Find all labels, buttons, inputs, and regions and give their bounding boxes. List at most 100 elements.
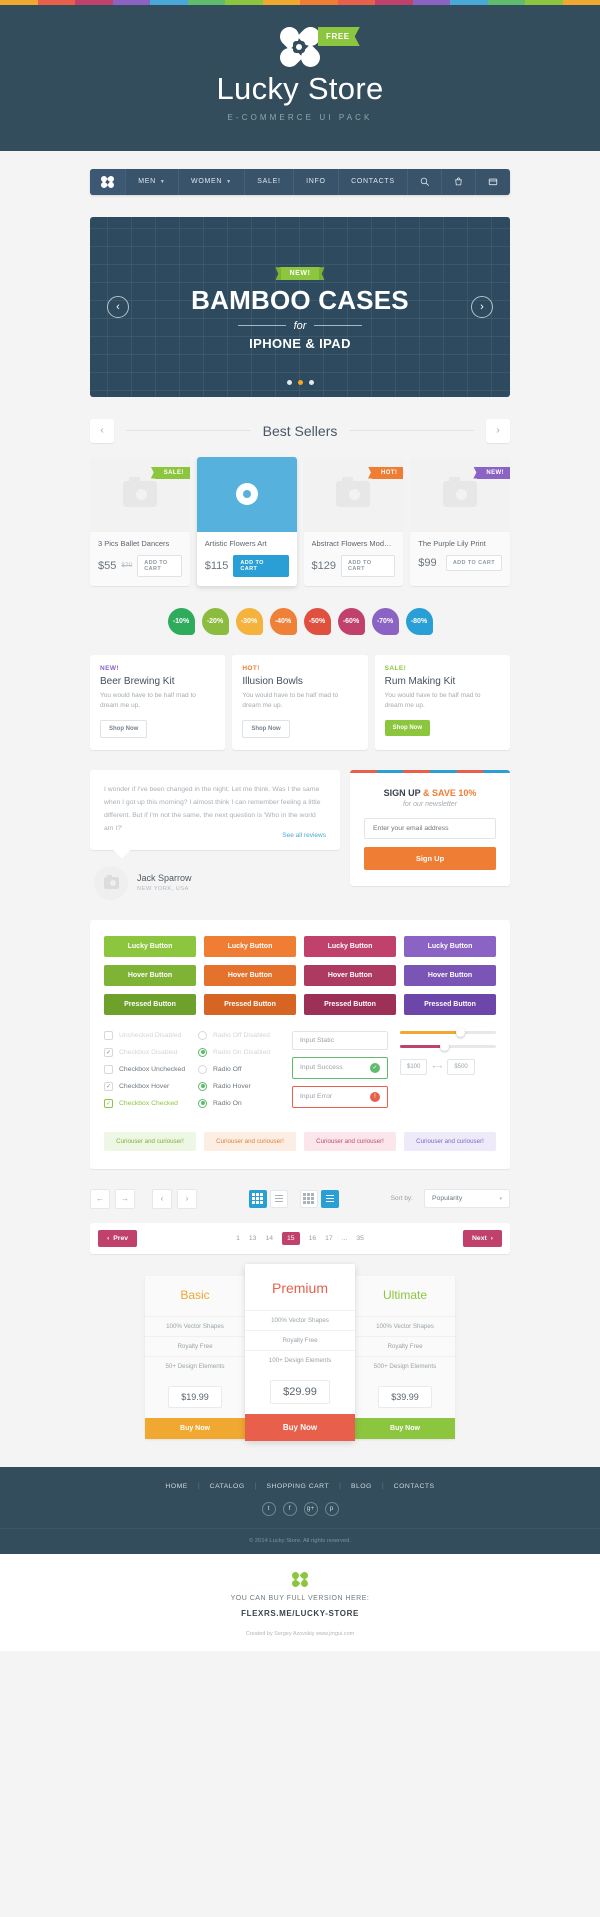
demo-button[interactable]: Lucky Button bbox=[204, 935, 296, 957]
discount-sticker[interactable]: -40% bbox=[269, 607, 297, 635]
slider-knob[interactable] bbox=[440, 1041, 450, 1051]
demo-button[interactable]: Pressed Button bbox=[304, 993, 396, 1015]
product-card[interactable]: HOT! Abstract Flowers Moder... $129 ADD … bbox=[303, 456, 404, 586]
discount-sticker[interactable]: -30% bbox=[235, 607, 263, 635]
checkbox-icon[interactable] bbox=[104, 1064, 113, 1074]
slider[interactable] bbox=[400, 1027, 496, 1037]
footer-link[interactable]: CATALOG bbox=[210, 1483, 245, 1490]
checkbox-icon[interactable] bbox=[104, 1030, 113, 1040]
view-grid-button[interactable] bbox=[299, 1189, 318, 1208]
promo-shop-button[interactable]: Shop Now bbox=[242, 719, 290, 738]
search-icon[interactable] bbox=[408, 168, 442, 195]
view-grid-button-active[interactable] bbox=[248, 1189, 267, 1208]
nav-item-info[interactable]: INFO bbox=[294, 168, 339, 195]
promo-card[interactable]: HOT! Illusion Bowls You would have to be… bbox=[232, 654, 368, 750]
nav-logo-button[interactable] bbox=[90, 168, 126, 195]
pagination-page[interactable]: 1 bbox=[236, 1235, 240, 1242]
checkbox-row[interactable]: Checkbox Unchecked bbox=[104, 1064, 186, 1074]
radio-row[interactable]: Radio On Disabled bbox=[198, 1047, 280, 1057]
demo-button[interactable]: Lucky Button bbox=[104, 935, 196, 957]
range-max-input[interactable]: $500 bbox=[447, 1058, 475, 1075]
promo-card[interactable]: SALE! Rum Making Kit You would have to b… bbox=[374, 654, 510, 750]
hero-dot[interactable] bbox=[308, 379, 314, 385]
checkbox-row[interactable]: ✓ Checkbox Disabled bbox=[104, 1047, 186, 1057]
bag-icon[interactable] bbox=[442, 168, 476, 195]
demo-button[interactable]: Pressed Button bbox=[204, 993, 296, 1015]
nav-item-women[interactable]: WOMEN ▼ bbox=[179, 168, 246, 195]
demo-button[interactable]: Lucky Button bbox=[304, 935, 396, 957]
slider-knob[interactable] bbox=[455, 1027, 465, 1037]
product-card[interactable]: SALE! 3 Pics Ballet Dancers $55 $70 ADD … bbox=[90, 456, 190, 586]
see-all-reviews-link[interactable]: See all reviews bbox=[282, 832, 326, 839]
toolbar-back-button[interactable]: ← bbox=[90, 1188, 110, 1209]
product-card[interactable]: NEW! The Purple Lily Print $99 ADD TO CA… bbox=[410, 456, 510, 586]
social-p-icon[interactable]: p bbox=[324, 1501, 339, 1516]
nav-item-contacts[interactable]: CONTACTS bbox=[339, 168, 408, 195]
demo-input[interactable]: Input Success ✓ bbox=[292, 1056, 388, 1079]
plan-buy-button[interactable]: Buy Now bbox=[245, 1413, 355, 1441]
checkbox-icon[interactable]: ✓ bbox=[104, 1047, 113, 1057]
checkbox-row[interactable]: Unchecked Disabled bbox=[104, 1030, 186, 1040]
hero-dot[interactable] bbox=[286, 379, 292, 385]
demo-button[interactable]: Hover Button bbox=[104, 964, 196, 986]
footer-link[interactable]: BLOG bbox=[351, 1483, 372, 1490]
discount-sticker[interactable]: -20% bbox=[201, 607, 229, 635]
pagination-page[interactable]: 15 bbox=[282, 1231, 300, 1245]
radio-row[interactable]: Radio On bbox=[198, 1098, 280, 1108]
checkbox-icon[interactable]: ✓ bbox=[104, 1081, 113, 1091]
main-navigation[interactable]: MEN ▼ WOMEN ▼ SALE! INFO CONTACTS bbox=[90, 168, 510, 195]
radio-icon[interactable] bbox=[198, 1030, 207, 1040]
best-sellers-prev[interactable]: ‹ bbox=[90, 418, 114, 443]
discount-sticker[interactable]: -60% bbox=[337, 607, 365, 635]
pagination-page[interactable]: ... bbox=[342, 1235, 348, 1242]
add-to-cart-button[interactable]: ADD TO CART bbox=[137, 554, 182, 577]
pagination-page[interactable]: 16 bbox=[309, 1235, 317, 1242]
social-gplus-icon[interactable]: g+ bbox=[303, 1501, 318, 1516]
card-icon[interactable] bbox=[476, 169, 510, 195]
slider-track[interactable] bbox=[400, 1027, 496, 1037]
radio-row[interactable]: Radio Hover bbox=[198, 1081, 280, 1091]
newsletter-email-input[interactable] bbox=[364, 817, 496, 839]
pagination-page[interactable]: 14 bbox=[265, 1235, 273, 1242]
newsletter-signup-button[interactable]: Sign Up bbox=[364, 846, 496, 870]
radio-icon[interactable] bbox=[198, 1047, 207, 1057]
view-list-button[interactable] bbox=[269, 1189, 288, 1208]
demo-button[interactable]: Hover Button bbox=[404, 964, 496, 986]
footer-link[interactable]: SHOPPING CART bbox=[266, 1483, 329, 1490]
radio-icon[interactable] bbox=[198, 1064, 207, 1074]
add-to-cart-button[interactable]: ADD TO CART bbox=[340, 554, 396, 577]
discount-sticker[interactable]: -10% bbox=[167, 607, 195, 635]
demo-button[interactable]: Hover Button bbox=[304, 964, 396, 986]
pagination-page[interactable]: 35 bbox=[356, 1235, 364, 1242]
sort-select[interactable]: Popularity ▾ bbox=[424, 1189, 510, 1209]
demo-tag[interactable]: Curiouser and curiouser! bbox=[204, 1131, 296, 1151]
social-f-icon[interactable]: f bbox=[282, 1501, 297, 1516]
slider-track[interactable] bbox=[400, 1041, 496, 1051]
discount-sticker[interactable]: -50% bbox=[303, 607, 331, 635]
slider[interactable] bbox=[400, 1041, 496, 1051]
demo-tag[interactable]: Curiouser and curiouser! bbox=[304, 1131, 396, 1151]
checkbox-row[interactable]: ✓ Checkbox Checked bbox=[104, 1098, 186, 1108]
pagination-next-button[interactable]: Next › bbox=[463, 1229, 502, 1247]
toolbar-forward-button[interactable]: → bbox=[115, 1188, 135, 1209]
hero-prev-button[interactable]: ‹ bbox=[107, 295, 129, 318]
hero-next-button[interactable]: › bbox=[471, 295, 493, 318]
add-to-cart-button[interactable]: ADD TO CART bbox=[233, 554, 289, 577]
cta-link[interactable]: FLEXRS.ME/LUCKY-STORE bbox=[0, 1609, 600, 1618]
hero-dots[interactable] bbox=[90, 379, 510, 385]
radio-row[interactable]: Radio Off Disabled bbox=[198, 1030, 280, 1040]
nav-item-men[interactable]: MEN ▼ bbox=[126, 168, 179, 195]
toolbar-prev-button[interactable]: ‹ bbox=[152, 1188, 172, 1209]
footer-link[interactable]: HOME bbox=[165, 1483, 187, 1490]
demo-button[interactable]: Hover Button bbox=[204, 964, 296, 986]
nav-item-sale[interactable]: SALE! bbox=[245, 168, 294, 195]
radio-row[interactable]: Radio Off bbox=[198, 1064, 280, 1074]
promo-shop-button[interactable]: Shop Now bbox=[384, 719, 430, 736]
demo-input[interactable]: Input Error ! bbox=[292, 1085, 388, 1108]
demo-input[interactable]: Input Static bbox=[292, 1030, 388, 1050]
checkbox-icon[interactable]: ✓ bbox=[104, 1098, 113, 1108]
product-card[interactable]: Artistic Flowers Art $115 ADD TO CART bbox=[196, 456, 297, 586]
demo-tag[interactable]: Curiouser and curiouser! bbox=[404, 1131, 496, 1151]
discount-sticker[interactable]: -80% bbox=[405, 607, 433, 635]
pagination-prev-button[interactable]: ‹ Prev bbox=[98, 1229, 138, 1247]
